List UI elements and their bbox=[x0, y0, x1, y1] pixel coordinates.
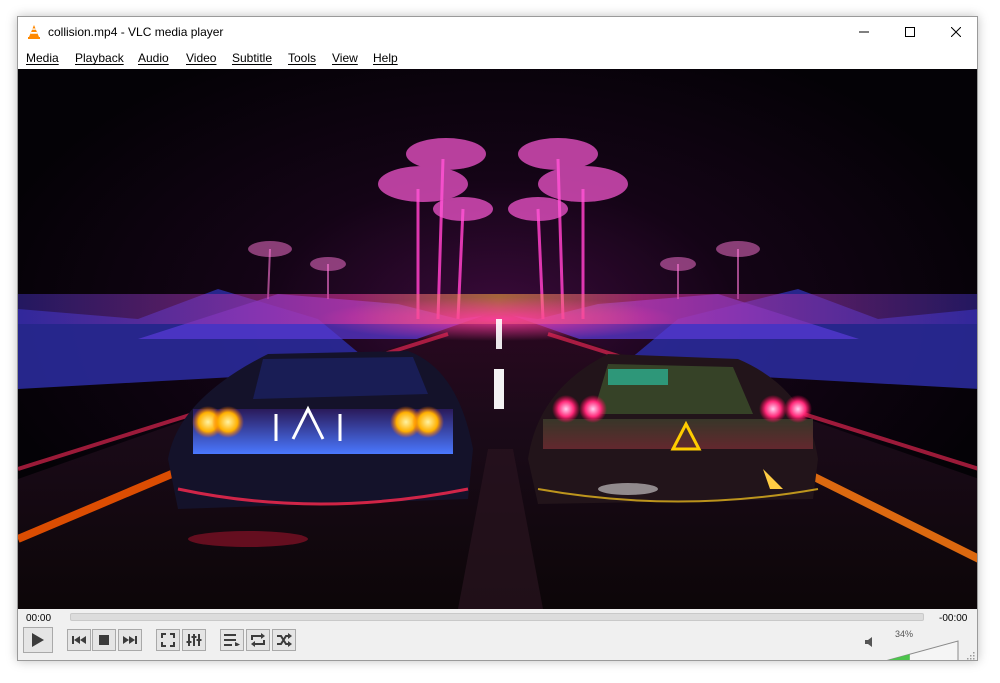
speaker-icon[interactable] bbox=[864, 636, 876, 648]
remaining-time[interactable]: -00:00 bbox=[939, 613, 967, 624]
menu-playback[interactable]: Playback bbox=[75, 51, 124, 65]
previous-button[interactable] bbox=[67, 629, 91, 651]
title-bar: collision.mp4 - VLC media player bbox=[18, 17, 977, 47]
video-display[interactable] bbox=[18, 69, 977, 609]
stop-icon bbox=[99, 635, 109, 645]
shuffle-icon bbox=[277, 633, 292, 647]
play-button[interactable] bbox=[23, 627, 53, 653]
fullscreen-icon bbox=[161, 633, 175, 647]
close-icon bbox=[951, 27, 961, 37]
extended-settings-button[interactable] bbox=[182, 629, 206, 651]
menu-view[interactable]: View bbox=[332, 51, 358, 65]
shuffle-button[interactable] bbox=[272, 629, 296, 651]
menu-media[interactable]: Media bbox=[26, 51, 59, 65]
close-button[interactable] bbox=[933, 17, 977, 47]
window-title: collision.mp4 - VLC media player bbox=[48, 25, 224, 39]
play-icon bbox=[32, 633, 44, 647]
menu-tools[interactable]: Tools bbox=[288, 51, 316, 65]
fullscreen-button[interactable] bbox=[156, 629, 180, 651]
menu-subtitle[interactable]: Subtitle bbox=[232, 51, 272, 65]
video-frame bbox=[18, 69, 977, 609]
vlc-window: collision.mp4 - VLC media player Media P… bbox=[17, 16, 978, 661]
maximize-button[interactable] bbox=[887, 17, 933, 47]
menu-help[interactable]: Help bbox=[373, 51, 398, 65]
menu-video[interactable]: Video bbox=[186, 51, 216, 65]
loop-icon bbox=[251, 633, 265, 647]
menu-bar: Media Playback Audio Video Subtitle Tool… bbox=[18, 47, 977, 69]
minimize-icon bbox=[859, 31, 869, 33]
vlc-cone-icon bbox=[28, 25, 40, 39]
loop-button[interactable] bbox=[246, 629, 270, 651]
volume-slider[interactable] bbox=[884, 640, 960, 661]
minimize-button[interactable] bbox=[841, 17, 887, 47]
next-button[interactable] bbox=[118, 629, 142, 651]
extended-settings-icon bbox=[186, 634, 202, 646]
volume-percent: 34% bbox=[895, 629, 914, 639]
previous-icon bbox=[72, 636, 86, 644]
elapsed-time: 00:00 bbox=[26, 613, 52, 624]
menu-audio[interactable]: Audio bbox=[138, 51, 169, 65]
playlist-button[interactable] bbox=[220, 629, 244, 651]
control-bar: 00:00 -00:00 34% bbox=[18, 609, 977, 661]
resize-grip-icon[interactable] bbox=[965, 650, 975, 660]
seek-bar[interactable] bbox=[70, 613, 924, 621]
playlist-icon bbox=[224, 634, 240, 646]
maximize-icon bbox=[905, 27, 915, 37]
stop-button[interactable] bbox=[92, 629, 116, 651]
next-icon bbox=[123, 636, 137, 644]
